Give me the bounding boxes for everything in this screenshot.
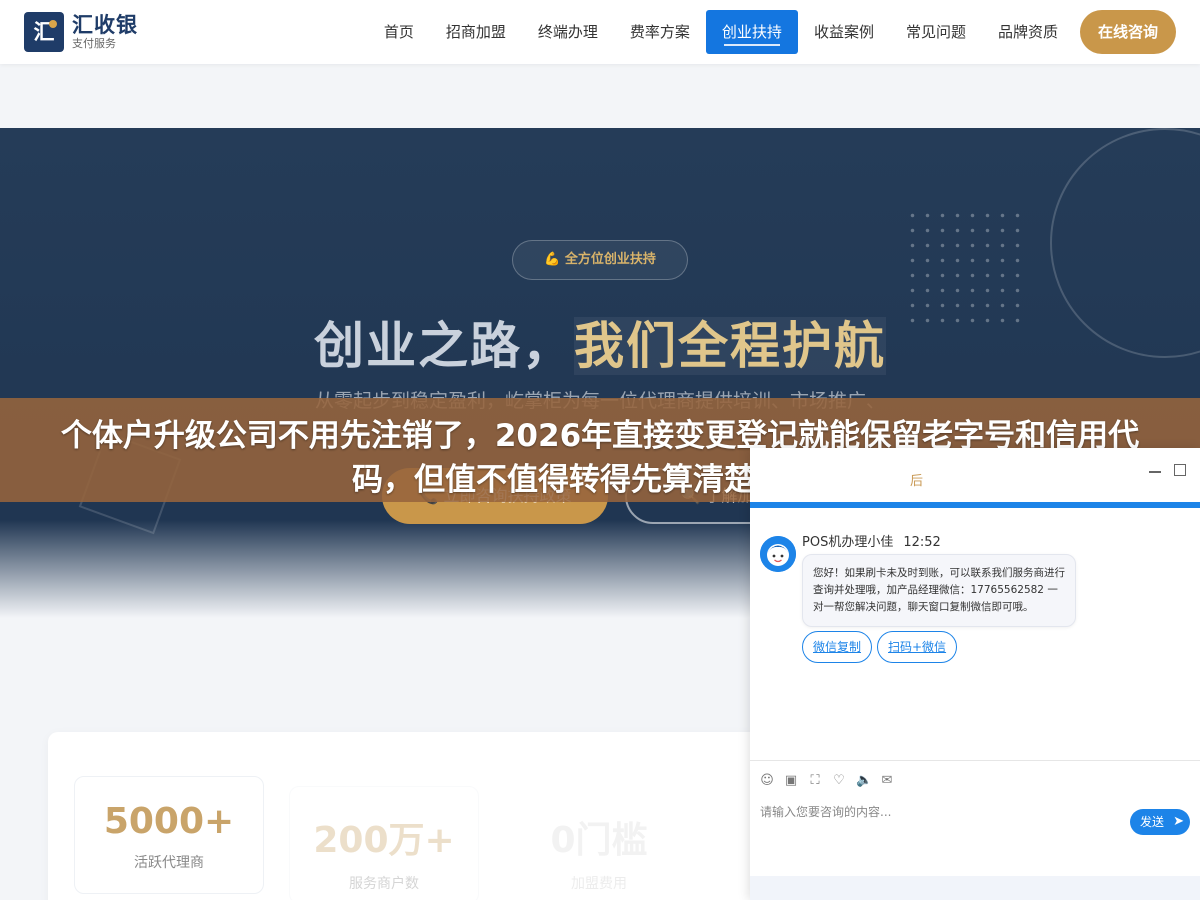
- stat-label: 活跃代理商: [134, 855, 204, 871]
- nav-item-rates[interactable]: 费率方案: [614, 10, 706, 54]
- stat-merchants: 200万+ 服务商户数: [289, 786, 479, 900]
- stat-value: 0门槛: [550, 820, 648, 861]
- site-header: 汇 汇收银 支付服务 首页 招商加盟 终端办理 费率方案 创业扶持 收益案例 常…: [0, 0, 1200, 64]
- maximize-icon[interactable]: [1174, 464, 1186, 476]
- evaluate-icon[interactable]: ♡: [832, 773, 846, 788]
- agent-name: POS机办理小佳: [802, 535, 894, 550]
- chat-message-input[interactable]: [760, 802, 1120, 822]
- main-nav: 首页 招商加盟 终端办理 费率方案 创业扶持 收益案例 常见问题 品牌资质 在线…: [368, 10, 1200, 54]
- brand-logo[interactable]: 汇 汇收银 支付服务: [24, 12, 138, 52]
- nav-item-startup-support[interactable]: 创业扶持: [705, 10, 798, 54]
- emoji-icon[interactable]: ☺: [760, 773, 774, 788]
- message-time: 12:52: [903, 535, 941, 550]
- chat-toolbar: ☺ ▣ ⛶ ♡ 🔈 ✉: [750, 760, 1200, 800]
- logo-dot: [49, 20, 57, 28]
- nav-item-terminal[interactable]: 终端办理: [522, 10, 614, 54]
- scan-wechat-button[interactable]: 扫码+微信: [877, 631, 958, 663]
- chat-window: 后 POS机办理小佳 12:52 您好！如果刷卡未及时到账，可以联系我们服务商进行…: [750, 448, 1200, 900]
- chat-header: 后: [750, 448, 1200, 508]
- stat-value: 200万+: [313, 820, 455, 861]
- image-icon[interactable]: ▣: [784, 773, 798, 788]
- nav-item-cases[interactable]: 收益案例: [798, 10, 890, 54]
- muscle-icon: 💪: [544, 252, 561, 267]
- chat-footer: [750, 876, 1200, 900]
- sound-icon[interactable]: 🔈: [856, 773, 872, 788]
- agent-face-icon: [760, 536, 796, 572]
- hero-title-plain: 创业之路，: [314, 317, 574, 375]
- hero-tag-text: 全方位创业扶持: [564, 252, 656, 267]
- send-arrow-icon: ➤: [1173, 814, 1184, 829]
- hero-title-highlight: 我们全程护航: [574, 317, 886, 375]
- agent-name-line: POS机办理小佳 12:52: [802, 531, 941, 550]
- brand-name: 汇收银: [72, 13, 138, 37]
- stat-fee: 0门槛 加盟费用: [504, 786, 694, 900]
- stat-value: 5000+: [103, 801, 235, 842]
- hero-title: 创业之路，我们全程护航: [0, 306, 1200, 378]
- agent-avatar: [760, 536, 796, 572]
- nav-item-credentials[interactable]: 品牌资质: [982, 10, 1074, 54]
- wechat-icon[interactable]: ✉: [880, 773, 894, 788]
- screenshot-icon[interactable]: ⛶: [808, 773, 822, 788]
- hero-tag-badge: 💪 全方位创业扶持: [512, 240, 688, 280]
- stat-agents: 5000+ 活跃代理商: [74, 776, 264, 894]
- send-button[interactable]: 发送 ➤: [1130, 809, 1190, 835]
- online-consult-button[interactable]: 在线咨询: [1079, 10, 1176, 54]
- stat-label: 加盟费用: [571, 876, 627, 892]
- logo-mark-icon: 汇: [24, 12, 64, 52]
- brand-tagline: 支付服务: [72, 37, 116, 50]
- send-label: 发送: [1140, 815, 1165, 829]
- nav-item-home[interactable]: 首页: [368, 10, 430, 54]
- nav-item-franchise[interactable]: 招商加盟: [430, 10, 522, 54]
- chat-header-title: 后: [910, 474, 924, 489]
- nav-item-faq[interactable]: 常见问题: [890, 10, 982, 54]
- minimize-icon[interactable]: [1148, 464, 1162, 478]
- copy-wechat-button[interactable]: 微信复制: [802, 631, 873, 663]
- stat-label: 服务商户数: [349, 876, 419, 892]
- agent-message-bubble: 您好！如果刷卡未及时到账，可以联系我们服务商进行查询并处理哦，加产品经理微信：1…: [802, 554, 1076, 627]
- logo-text: 汇收银 支付服务: [72, 13, 138, 51]
